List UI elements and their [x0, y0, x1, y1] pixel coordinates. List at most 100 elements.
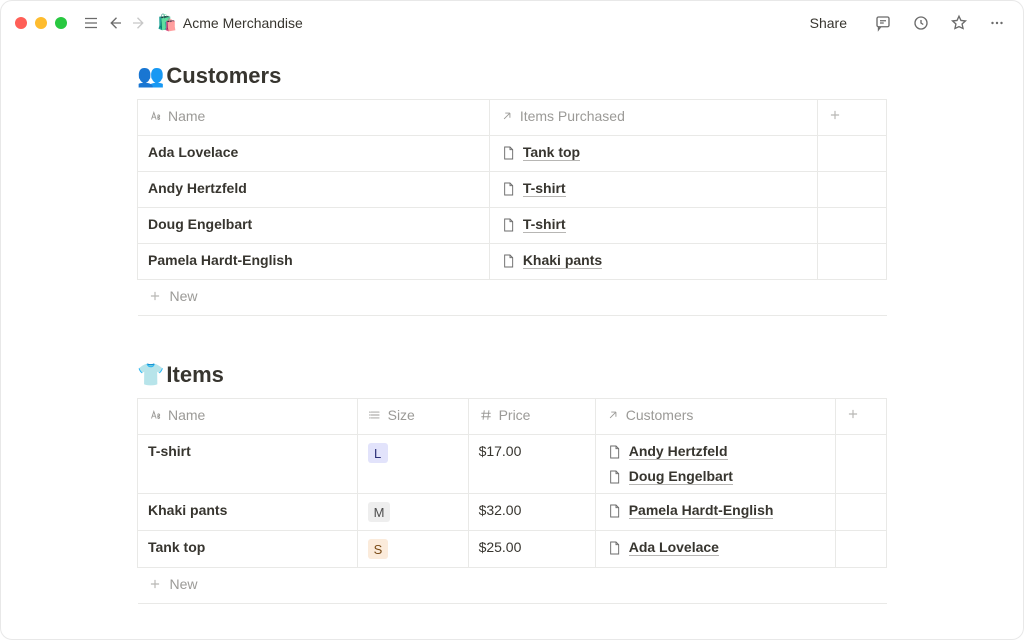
close-window-button[interactable] — [15, 17, 27, 29]
cell-name[interactable]: Khaki pants — [138, 494, 358, 531]
cell-size[interactable]: M — [357, 494, 468, 531]
cell-items-purchased[interactable]: T-shirt — [489, 208, 817, 244]
table-row[interactable]: Khaki pants M $32.00 Pamela Hardt-English — [138, 494, 887, 531]
customers-title[interactable]: 👥Customers — [137, 63, 887, 89]
customers-emoji: 👥 — [137, 63, 164, 89]
table-row[interactable]: Pamela Hardt-English Khaki pants — [138, 244, 887, 280]
column-header-size[interactable]: Size — [357, 399, 468, 435]
ellipsis-icon — [988, 14, 1006, 32]
cell-customers[interactable]: Andy Hertzfeld Doug Engelbart — [595, 435, 835, 494]
customers-table: Name Items Purchased Ada Lovelace Tank to… — [137, 99, 887, 316]
plus-icon — [148, 577, 162, 591]
relation-chip[interactable]: T-shirt — [500, 180, 807, 197]
column-header-items-purchased[interactable]: Items Purchased — [489, 100, 817, 136]
column-header-price[interactable]: Price — [468, 399, 595, 435]
comment-icon — [874, 14, 892, 32]
number-property-icon — [479, 408, 493, 422]
relation-chip[interactable]: Doug Engelbart — [606, 468, 825, 485]
page-icon — [606, 469, 622, 485]
add-column-button[interactable] — [836, 399, 887, 435]
relation-chip[interactable]: Pamela Hardt-English — [606, 502, 825, 519]
relation-property-icon — [606, 408, 620, 422]
cell-name[interactable]: Doug Engelbart — [138, 208, 490, 244]
cell-empty[interactable] — [818, 136, 887, 172]
arrow-left-icon — [106, 14, 124, 32]
cell-empty[interactable] — [818, 208, 887, 244]
size-tag: M — [368, 502, 391, 522]
items-emoji: 👕 — [137, 362, 164, 388]
table-row[interactable]: Ada Lovelace Tank top — [138, 136, 887, 172]
items-title[interactable]: 👕Items — [137, 362, 887, 388]
cell-name[interactable]: Tank top — [138, 531, 358, 568]
clock-icon — [912, 14, 930, 32]
cell-price[interactable]: $32.00 — [468, 494, 595, 531]
relation-chip[interactable]: Ada Lovelace — [606, 539, 825, 556]
cell-name[interactable]: Ada Lovelace — [138, 136, 490, 172]
page-icon — [606, 444, 622, 460]
page-title: Acme Merchandise — [183, 15, 303, 31]
page-icon — [500, 145, 516, 161]
topbar: 🛍️ Acme Merchandise Share — [1, 1, 1023, 45]
window-controls — [15, 17, 67, 29]
select-property-icon — [368, 408, 382, 422]
relation-chip[interactable]: Tank top — [500, 144, 807, 161]
maximize-window-button[interactable] — [55, 17, 67, 29]
page-icon — [606, 540, 622, 556]
cell-name[interactable]: Pamela Hardt-English — [138, 244, 490, 280]
page-emoji: 🛍️ — [157, 13, 177, 33]
cell-items-purchased[interactable]: Tank top — [489, 136, 817, 172]
page-icon — [500, 181, 516, 197]
breadcrumb[interactable]: 🛍️ Acme Merchandise — [157, 13, 303, 33]
cell-customers[interactable]: Pamela Hardt-English — [595, 494, 835, 531]
cell-customers[interactable]: Ada Lovelace — [595, 531, 835, 568]
add-column-button[interactable] — [818, 100, 887, 136]
plus-icon — [828, 108, 842, 122]
cell-name[interactable]: Andy Hertzfeld — [138, 172, 490, 208]
relation-chip[interactable]: T-shirt — [500, 216, 807, 233]
cell-size[interactable]: S — [357, 531, 468, 568]
back-button[interactable] — [103, 11, 127, 35]
hamburger-icon — [82, 14, 100, 32]
table-row[interactable]: Doug Engelbart T-shirt — [138, 208, 887, 244]
new-row-button[interactable]: New — [138, 568, 887, 604]
topbar-actions: Share — [810, 11, 1009, 35]
column-header-name[interactable]: Name — [138, 100, 490, 136]
cell-price[interactable]: $25.00 — [468, 531, 595, 568]
comments-button[interactable] — [871, 11, 895, 35]
minimize-window-button[interactable] — [35, 17, 47, 29]
text-property-icon — [148, 109, 162, 123]
cell-items-purchased[interactable]: Khaki pants — [489, 244, 817, 280]
new-row-button[interactable]: New — [138, 280, 887, 316]
page-icon — [606, 503, 622, 519]
table-row[interactable]: Andy Hertzfeld T-shirt — [138, 172, 887, 208]
cell-items-purchased[interactable]: T-shirt — [489, 172, 817, 208]
sidebar-toggle-button[interactable] — [79, 11, 103, 35]
items-table: Name Size Price Customers T-sh — [137, 398, 887, 604]
text-property-icon — [148, 408, 162, 422]
more-button[interactable] — [985, 11, 1009, 35]
relation-chip[interactable]: Andy Hertzfeld — [606, 443, 825, 460]
cell-name[interactable]: T-shirt — [138, 435, 358, 494]
updates-button[interactable] — [909, 11, 933, 35]
cell-empty[interactable] — [818, 172, 887, 208]
share-button[interactable]: Share — [810, 15, 847, 31]
relation-chip[interactable]: Khaki pants — [500, 252, 807, 269]
forward-button — [127, 11, 151, 35]
cell-size[interactable]: L — [357, 435, 468, 494]
arrow-right-icon — [130, 14, 148, 32]
cell-empty[interactable] — [836, 435, 887, 494]
column-header-name[interactable]: Name — [138, 399, 358, 435]
customers-database: 👥Customers Name Items Purchased Ada Love… — [137, 63, 887, 316]
relation-property-icon — [500, 109, 514, 123]
page-content: 👥Customers Name Items Purchased Ada Love… — [1, 45, 1023, 640]
cell-empty[interactable] — [836, 531, 887, 568]
cell-empty[interactable] — [818, 244, 887, 280]
column-header-customers[interactable]: Customers — [595, 399, 835, 435]
table-row[interactable]: Tank topS$25.00 Ada Lovelace — [138, 531, 887, 568]
table-row[interactable]: T-shirt L $17.00 Andy Hertzfeld Doug Engelba… — [138, 435, 887, 494]
star-icon — [950, 14, 968, 32]
favorite-button[interactable] — [947, 11, 971, 35]
cell-price[interactable]: $17.00 — [468, 435, 595, 494]
size-tag: L — [368, 443, 388, 463]
cell-empty[interactable] — [836, 494, 887, 531]
